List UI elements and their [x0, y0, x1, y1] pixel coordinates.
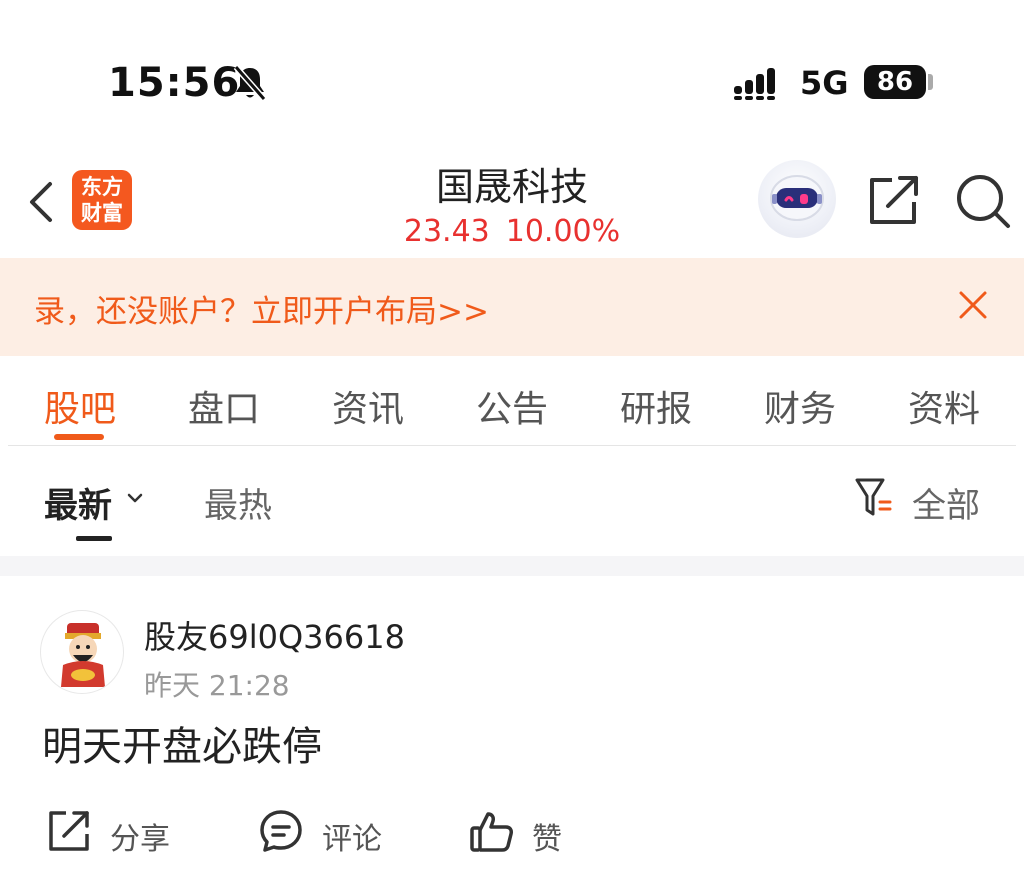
- tab-guba[interactable]: 股吧: [20, 380, 140, 432]
- avatar[interactable]: [40, 610, 124, 694]
- share-icon[interactable]: [866, 172, 922, 228]
- share-icon: [49, 811, 89, 851]
- post-content[interactable]: 明天开盘必跌停: [42, 714, 322, 772]
- status-time: 15:56: [108, 60, 241, 106]
- tab-bar: 股吧 盘口 资讯 公告 研报 财务 资料: [8, 356, 1016, 446]
- comment-label: 评论: [322, 822, 382, 857]
- sort-latest[interactable]: 最新: [44, 478, 112, 527]
- tab-announcements[interactable]: 公告: [452, 380, 572, 432]
- share-button[interactable]: 分享: [46, 808, 186, 857]
- post-username[interactable]: 股友69l0Q36618: [144, 612, 405, 658]
- tab-finance[interactable]: 财务: [740, 380, 860, 432]
- comment-button[interactable]: 评论: [258, 808, 398, 857]
- share-label: 分享: [110, 822, 170, 857]
- close-icon[interactable]: [956, 288, 990, 322]
- like-label: 赞: [532, 822, 562, 857]
- tab-active-indicator: [54, 434, 104, 440]
- tab-pankou[interactable]: 盘口: [164, 380, 284, 432]
- section-divider: [0, 556, 1024, 576]
- tab-news[interactable]: 资讯: [308, 380, 428, 432]
- open-account-banner[interactable]: 录，还没账户？立即开户布局>>: [0, 258, 1024, 356]
- bell-muted-icon: [233, 65, 267, 101]
- thumbs-up-icon: [470, 812, 513, 852]
- post-timestamp: 昨天 21:28: [144, 669, 290, 702]
- battery-indicator: 86: [864, 65, 926, 99]
- tab-research[interactable]: 研报: [596, 380, 716, 432]
- stock-price: 23.43: [403, 214, 490, 249]
- search-icon[interactable]: [954, 172, 1012, 230]
- tab-profile[interactable]: 资料: [884, 380, 1004, 432]
- stock-change-pct: 10.00%: [505, 214, 621, 249]
- sort-filter-bar: 最新 最热 全部: [0, 446, 1024, 556]
- signal-icon: [734, 68, 775, 100]
- like-button[interactable]: 赞: [468, 808, 578, 857]
- sort-hot[interactable]: 最热: [204, 478, 272, 527]
- stock-header: 东方 财富 国晟科技 23.43 10.00%: [0, 140, 1024, 258]
- post-item[interactable]: 股友69l0Q36618 昨天 21:28 明天开盘必跌停 分享 评论 赞: [0, 576, 1024, 891]
- filter-all[interactable]: 全部: [912, 478, 980, 527]
- network-type: 5G: [800, 64, 849, 102]
- banner-text[interactable]: 录，还没账户？立即开户布局>>: [34, 286, 489, 331]
- filter-icon[interactable]: [854, 476, 894, 520]
- comment-icon: [260, 810, 302, 852]
- status-bar: 15:56 5G 86: [0, 0, 1024, 140]
- robot-assistant-icon[interactable]: [758, 160, 836, 238]
- chevron-down-icon[interactable]: [125, 488, 145, 508]
- sort-active-indicator: [76, 536, 112, 541]
- battery-tip: [928, 74, 933, 90]
